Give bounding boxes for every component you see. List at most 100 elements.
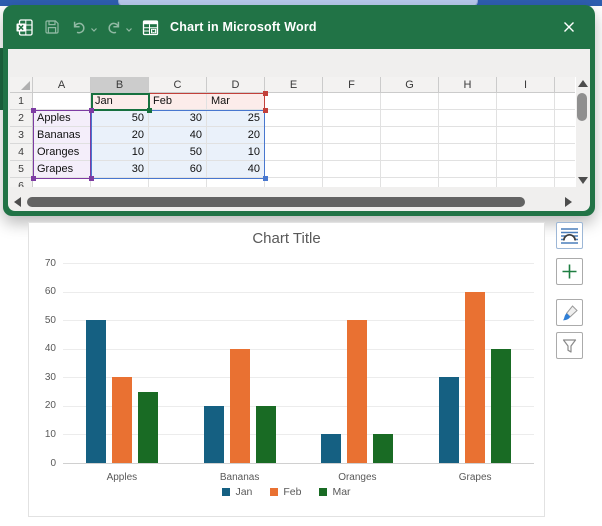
bar-jan-apples[interactable] <box>85 320 106 463</box>
legend-item-jan[interactable]: Jan <box>222 486 252 498</box>
bar-mar-bananas[interactable] <box>255 405 276 463</box>
bar-jan-bananas[interactable] <box>203 405 224 463</box>
cell-C5[interactable]: 60 <box>149 161 207 178</box>
cell-C4[interactable]: 50 <box>149 144 207 161</box>
row-header-1[interactable]: 1 <box>10 93 33 110</box>
cell-I1[interactable] <box>497 93 555 110</box>
chart-filters-button[interactable] <box>556 332 583 359</box>
cell-I3[interactable] <box>497 127 555 144</box>
scroll-right-arrow[interactable] <box>565 197 572 207</box>
column-header-H[interactable]: H <box>439 77 497 93</box>
redo-dropdown-chevron[interactable] <box>125 26 133 34</box>
column-header-G[interactable]: G <box>381 77 439 93</box>
horizontal-scroll-thumb[interactable] <box>27 197 525 207</box>
bar-feb-bananas[interactable] <box>229 348 250 463</box>
bar-mar-oranges[interactable] <box>373 434 394 463</box>
cell-D3[interactable]: 20 <box>207 127 265 144</box>
column-header-I[interactable]: I <box>497 77 555 93</box>
cell-I6[interactable] <box>497 178 555 187</box>
column-header-E[interactable]: E <box>265 77 323 93</box>
cell-I2[interactable] <box>497 110 555 127</box>
cell-G1[interactable] <box>381 93 439 110</box>
cell-F3[interactable] <box>323 127 381 144</box>
bar-jan-oranges[interactable] <box>321 434 342 463</box>
cell-D6[interactable] <box>207 178 265 187</box>
layout-options-button[interactable] <box>556 222 583 249</box>
cell-E6[interactable] <box>265 178 323 187</box>
cell-C1[interactable]: Feb <box>149 93 207 110</box>
column-header-partial[interactable] <box>555 77 575 93</box>
select-all-corner[interactable] <box>10 77 33 93</box>
bar-feb-oranges[interactable] <box>347 320 368 463</box>
cell-B5[interactable]: 30 <box>91 161 149 178</box>
cell-C2[interactable]: 30 <box>149 110 207 127</box>
cell-partial-2[interactable] <box>555 110 575 127</box>
cell-G4[interactable] <box>381 144 439 161</box>
chart-canvas[interactable]: Chart Title Jan Feb Mar 0 10 20 30 40 50 60 70 App… <box>28 222 545 517</box>
cell-B4[interactable]: 10 <box>91 144 149 161</box>
undo-dropdown-chevron[interactable] <box>90 26 98 34</box>
cell-F5[interactable] <box>323 161 381 178</box>
cell-C6[interactable] <box>149 178 207 187</box>
column-header-B[interactable]: B <box>91 77 149 93</box>
undo-button[interactable] <box>70 18 88 36</box>
cell-H5[interactable] <box>439 161 497 178</box>
cell-partial-5[interactable] <box>555 161 575 178</box>
legend-item-mar[interactable]: Mar <box>319 486 351 498</box>
spreadsheet-grid[interactable]: ABCDEFGHI 1 Jan Feb Mar 2 Apples 50 30 25 3 Banana… <box>10 77 576 187</box>
bar-mar-grapes[interactable] <box>491 348 512 463</box>
cell-G2[interactable] <box>381 110 439 127</box>
cell-A5[interactable]: Grapes <box>33 161 91 178</box>
scroll-left-arrow[interactable] <box>14 197 21 207</box>
row-header-5[interactable]: 5 <box>10 161 33 178</box>
cell-A4[interactable]: Oranges <box>33 144 91 161</box>
cell-H2[interactable] <box>439 110 497 127</box>
cell-A3[interactable]: Bananas <box>33 127 91 144</box>
bar-jan-grapes[interactable] <box>439 377 460 463</box>
cell-B6[interactable] <box>91 178 149 187</box>
chart-styles-button[interactable] <box>556 299 583 326</box>
cell-partial-3[interactable] <box>555 127 575 144</box>
column-header-D[interactable]: D <box>207 77 265 93</box>
cell-A1[interactable] <box>33 93 91 110</box>
cell-I4[interactable] <box>497 144 555 161</box>
row-header-2[interactable]: 2 <box>10 110 33 127</box>
cell-B2[interactable]: 50 <box>91 110 149 127</box>
cell-partial-1[interactable] <box>555 93 575 110</box>
cell-F1[interactable] <box>323 93 381 110</box>
cell-F6[interactable] <box>323 178 381 187</box>
row-header-4[interactable]: 4 <box>10 144 33 161</box>
close-button[interactable] <box>555 13 583 41</box>
cell-H1[interactable] <box>439 93 497 110</box>
cell-D4[interactable]: 10 <box>207 144 265 161</box>
cell-B1[interactable]: Jan <box>91 93 149 110</box>
horizontal-scroll-track[interactable] <box>25 195 561 209</box>
cell-A6[interactable] <box>33 178 91 187</box>
cell-A2[interactable]: Apples <box>33 110 91 127</box>
cell-G6[interactable] <box>381 178 439 187</box>
vertical-scroll-track[interactable] <box>575 89 590 175</box>
cell-G3[interactable] <box>381 127 439 144</box>
legend-item-feb[interactable]: Feb <box>270 486 301 498</box>
chart-elements-button[interactable] <box>556 258 583 285</box>
column-header-A[interactable]: A <box>33 77 91 93</box>
bar-mar-apples[interactable] <box>137 391 158 463</box>
column-header-C[interactable]: C <box>149 77 207 93</box>
cell-F4[interactable] <box>323 144 381 161</box>
scroll-up-arrow[interactable] <box>577 80 588 87</box>
save-button[interactable] <box>43 18 61 36</box>
cell-H4[interactable] <box>439 144 497 161</box>
cell-D5[interactable]: 40 <box>207 161 265 178</box>
cell-D2[interactable]: 25 <box>207 110 265 127</box>
cell-H3[interactable] <box>439 127 497 144</box>
cell-E2[interactable] <box>265 110 323 127</box>
cell-B3[interactable]: 20 <box>91 127 149 144</box>
cell-G5[interactable] <box>381 161 439 178</box>
horizontal-scrollbar[interactable] <box>10 195 576 209</box>
cell-E5[interactable] <box>265 161 323 178</box>
cell-E3[interactable] <box>265 127 323 144</box>
bar-feb-grapes[interactable] <box>465 291 486 463</box>
cell-partial-4[interactable] <box>555 144 575 161</box>
column-header-F[interactable]: F <box>323 77 381 93</box>
cell-partial-6[interactable] <box>555 178 575 187</box>
